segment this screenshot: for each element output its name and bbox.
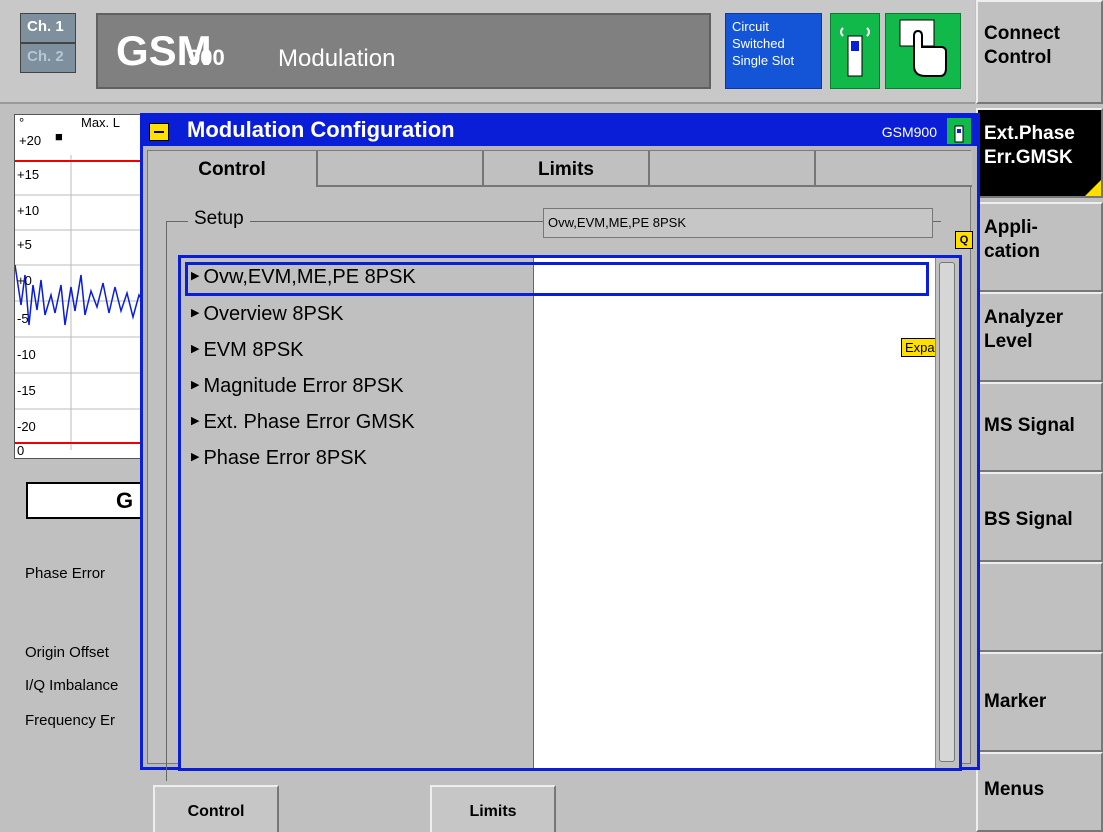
graph-tick: +20 xyxy=(19,133,42,148)
bottom-softkey-control[interactable]: Control xyxy=(153,785,279,832)
graph-tick: +10 xyxy=(17,203,40,218)
graph-tick: -20 xyxy=(17,419,36,434)
softkey-label: Analyzer Level xyxy=(984,307,1064,352)
dialog-title-bar: Modulation Configuration GSM900 xyxy=(143,116,977,146)
softkey-ext-phase-err-gmsk[interactable]: Ext.Phase Err.GMSK xyxy=(976,108,1103,198)
softkey-label: Ext.Phase Err.GMSK xyxy=(984,123,1075,168)
dialog-band: GSM900 xyxy=(881,124,937,140)
list-item-label: Phase Error 8PSK xyxy=(203,447,367,469)
softkey-marker[interactable]: Marker xyxy=(976,652,1103,752)
expand-arrow-icon: ▶ xyxy=(191,270,200,282)
channel-2-button[interactable]: Ch. 2 xyxy=(20,43,76,73)
value-column xyxy=(533,258,935,768)
app-title-bar: GSM 900 Modulation xyxy=(96,13,711,89)
status-line: Single Slot xyxy=(732,53,795,68)
header-bar: Ch. 1 Ch. 2 GSM 900 Modulation Circuit S… xyxy=(0,0,975,104)
minimize-icon[interactable] xyxy=(149,123,169,141)
list-item-label: EVM 8PSK xyxy=(203,339,304,361)
softkey-label: MS Signal xyxy=(984,415,1075,436)
connection-status: Circuit Switched Single Slot xyxy=(725,13,822,89)
softkey-connect-control[interactable]: Connect Control xyxy=(976,0,1103,104)
tab-limits[interactable]: Limits xyxy=(484,151,650,187)
mobile-signal-icon xyxy=(830,13,880,89)
graph-tick-zero: 0 xyxy=(17,443,25,458)
setup-label: Setup xyxy=(188,208,250,230)
expand-arrow-icon: ▶ xyxy=(191,415,200,427)
phase-error-label: Phase Error xyxy=(25,565,106,582)
expand-arrow-icon: ▶ xyxy=(191,451,200,463)
status-line: Switched xyxy=(732,36,785,51)
q-badge-icon[interactable]: Q xyxy=(955,231,973,249)
graph-degree: ° xyxy=(19,115,25,130)
frequency-error-label: Frequency Er xyxy=(25,712,116,729)
result-box: G xyxy=(26,482,146,519)
expand-arrow-icon: ▶ xyxy=(191,307,200,319)
graph-tick: -15 xyxy=(17,383,36,398)
softkey-label: Appli- cation xyxy=(984,217,1040,262)
softkey-ms-signal[interactable]: MS Signal xyxy=(976,382,1103,472)
softkey-label: BS Signal xyxy=(984,509,1073,530)
softkey-label: Marker xyxy=(984,691,1047,712)
softkey-application[interactable]: Appli- cation xyxy=(976,202,1103,292)
expand-arrow-icon: ▶ xyxy=(191,343,200,355)
tab-blank-3[interactable] xyxy=(816,151,972,187)
softkey-label: Menus xyxy=(984,779,1045,800)
marker-icon: ■ xyxy=(55,129,63,144)
softkey-analyzer-level[interactable]: Analyzer Level xyxy=(976,292,1103,382)
list-item[interactable]: ▶ Phase Error 8PSK xyxy=(191,447,367,470)
mobile-icon xyxy=(947,118,971,144)
setup-selected-value: Ovw,EVM,ME,PE 8PSK xyxy=(543,208,933,238)
list-item[interactable]: ▶ Overview 8PSK xyxy=(191,303,344,326)
list-item[interactable]: ▶ Ovw,EVM,ME,PE 8PSK xyxy=(191,266,416,289)
list-item-label: Ovw,EVM,ME,PE 8PSK xyxy=(203,266,416,288)
softkey-menus[interactable]: Menus xyxy=(976,752,1103,832)
expand-arrow-icon: ▶ xyxy=(191,379,200,391)
origin-offset-label: Origin Offset xyxy=(25,644,109,661)
hand-press-icon xyxy=(885,13,961,89)
modulation-configuration-dialog: Modulation Configuration GSM900 Control … xyxy=(140,113,980,781)
softkey-label: Connect Control xyxy=(984,23,1060,68)
list-item-label: Magnitude Error 8PSK xyxy=(203,375,404,397)
iq-imbalance-label: I/Q Imbalance xyxy=(25,677,119,694)
graph-top-label: Max. L xyxy=(81,115,121,130)
status-line: Circuit xyxy=(732,19,769,34)
list-item[interactable]: ▶ Ext. Phase Error GMSK xyxy=(191,411,415,434)
tree-column xyxy=(181,258,533,768)
dialog-panel: Control Limits Setup Ovw,EVM,ME,PE 8PSK … xyxy=(147,150,973,781)
phase-error-graph: ° Max. L ■ +20 +15 +10 +5 +0 -5 -10 -15 … xyxy=(14,114,146,459)
active-indicator-icon xyxy=(1085,180,1101,196)
list-item[interactable]: ▶ Magnitude Error 8PSK xyxy=(191,375,404,398)
graph-tick: -5 xyxy=(17,311,29,326)
app-mode: Modulation xyxy=(278,45,396,72)
graph-tick: -10 xyxy=(17,347,36,362)
dialog-title: Modulation Configuration xyxy=(187,117,455,142)
graph-tick: +5 xyxy=(17,237,32,252)
channel-1-button[interactable]: Ch. 1 xyxy=(20,13,76,43)
softkey-bs-signal[interactable]: BS Signal xyxy=(976,472,1103,562)
setup-tree-list[interactable]: ▶ Ovw,EVM,ME,PE 8PSK ▶ Overview 8PSK ▶ EVM … xyxy=(178,255,962,771)
graph-tick: +0 xyxy=(17,273,32,288)
tab-control[interactable]: Control xyxy=(148,151,318,187)
bottom-softkey-limits[interactable]: Limits xyxy=(430,785,556,832)
app-band: 900 xyxy=(188,45,225,70)
scrollbar-thumb[interactable] xyxy=(939,262,955,762)
scrollbar[interactable] xyxy=(935,258,959,768)
tab-blank-2[interactable] xyxy=(650,151,816,187)
list-item[interactable]: ▶ EVM 8PSK xyxy=(191,339,304,362)
list-item-label: Ext. Phase Error GMSK xyxy=(203,411,415,433)
list-item-label: Overview 8PSK xyxy=(203,303,344,325)
graph-tick: +15 xyxy=(17,167,40,182)
softkey-empty[interactable] xyxy=(976,562,1103,652)
tab-blank-1[interactable] xyxy=(318,151,484,187)
